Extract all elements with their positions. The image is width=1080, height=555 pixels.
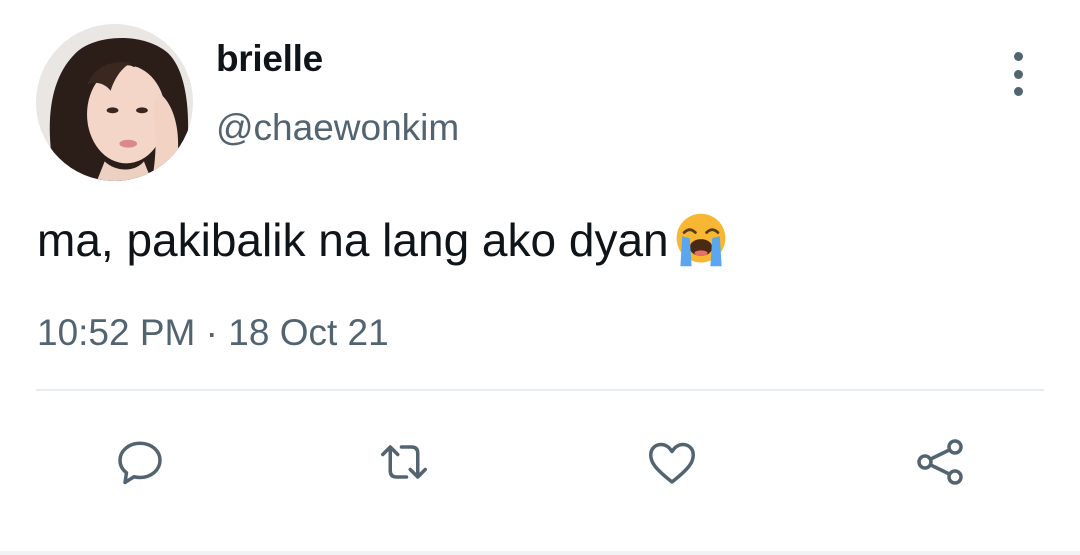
display-name[interactable]: brielle (216, 38, 323, 80)
tweet-date: 18 Oct 21 (228, 312, 389, 353)
share-icon (917, 439, 963, 485)
tweet-time: 10:52 PM (37, 312, 196, 353)
more-dot-icon (1013, 87, 1023, 96)
avatar[interactable] (36, 24, 193, 181)
more-options-button[interactable] (998, 52, 1038, 96)
tweet-timestamp[interactable]: 10:52 PM · 18 Oct 21 (37, 312, 389, 354)
like-button[interactable] (640, 430, 704, 494)
tweet-text: ma, pakibalik na lang ako dyan (37, 214, 669, 266)
tweet-body: ma, pakibalik na lang ako dyan (37, 210, 731, 270)
retweet-icon (381, 445, 427, 479)
retweet-button[interactable] (372, 430, 436, 494)
more-dot-icon (1013, 52, 1023, 61)
user-handle[interactable]: @chaewonkim (216, 107, 459, 149)
avatar-photo (36, 24, 193, 181)
more-dot-icon (1013, 69, 1023, 79)
like-icon (649, 442, 695, 484)
reply-icon (118, 441, 162, 485)
timestamp-separator: · (205, 312, 218, 353)
tweet-card: brielle @chaewonkim ma, pakibalik na lan… (0, 0, 1080, 555)
share-button[interactable] (908, 430, 972, 494)
loudly-crying-face-icon (671, 210, 731, 270)
divider (36, 389, 1044, 391)
bottom-border (0, 551, 1080, 555)
reply-button[interactable] (108, 430, 172, 494)
